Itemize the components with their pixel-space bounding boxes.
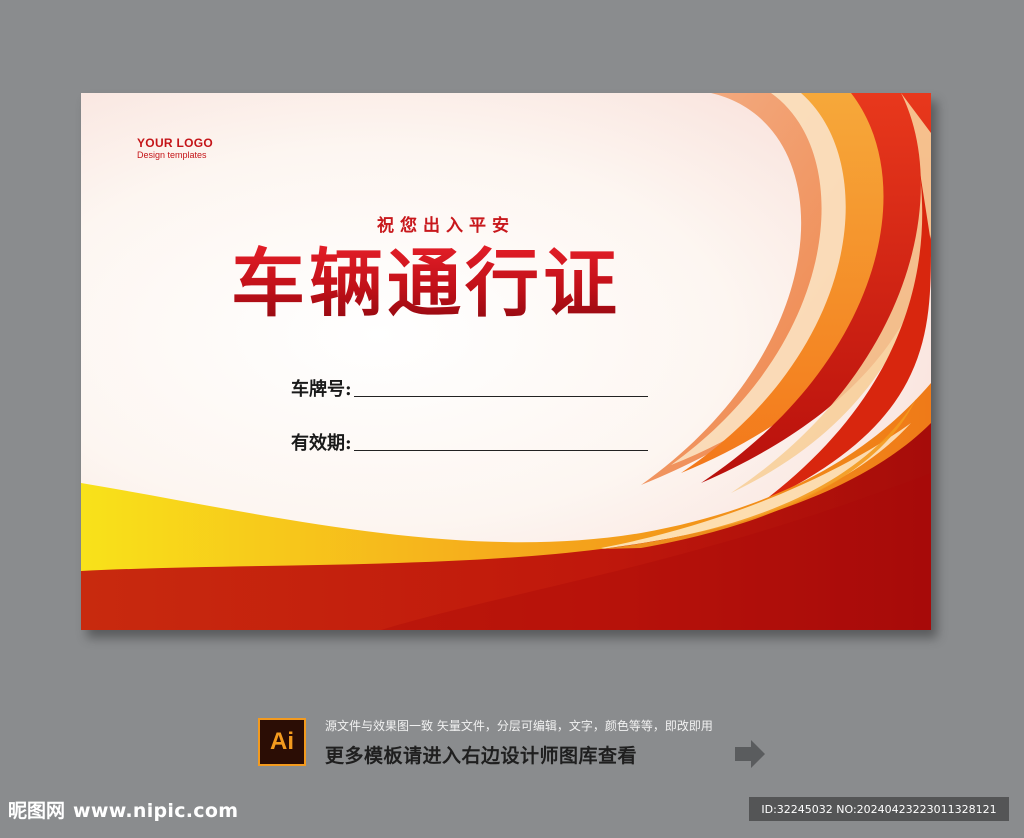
site-brand: 昵图网 www.nipic.com — [8, 796, 238, 823]
logo-block: YOUR LOGO Design templates — [137, 137, 213, 161]
logo-tagline: Design templates — [137, 150, 207, 160]
image-id-bar: ID:32245032 NO:20240423223011328121 — [749, 797, 1009, 821]
validity-label: 有效期: — [291, 433, 352, 454]
card-title: 车辆通行证 — [231, 241, 621, 327]
logo-name: YOUR LOGO — [137, 136, 214, 150]
more-templates-link[interactable]: 更多模板请进入右边设计师图库查看 — [325, 741, 637, 768]
site-name: 昵图网 — [8, 800, 66, 822]
vehicle-pass-card: YOUR LOGO Design templates 祝您出入平安 车辆通行证 … — [81, 93, 931, 630]
plate-number-line — [353, 396, 648, 397]
ai-file-icon: Ai — [258, 718, 306, 766]
validity-line — [353, 450, 648, 451]
arrow-right-icon[interactable] — [733, 738, 767, 770]
validity-field: 有效期: — [291, 429, 648, 455]
plate-number-label: 车牌号: — [291, 379, 352, 400]
plate-number-field: 车牌号: — [291, 375, 648, 401]
file-description: 源文件与效果图一致 矢量文件，分层可编辑，文字，颜色等等，即改即用 — [325, 719, 713, 733]
card-background-waves — [81, 93, 931, 630]
card-subtitle: 祝您出入平安 — [377, 216, 515, 236]
site-url[interactable]: www.nipic.com — [73, 800, 238, 822]
